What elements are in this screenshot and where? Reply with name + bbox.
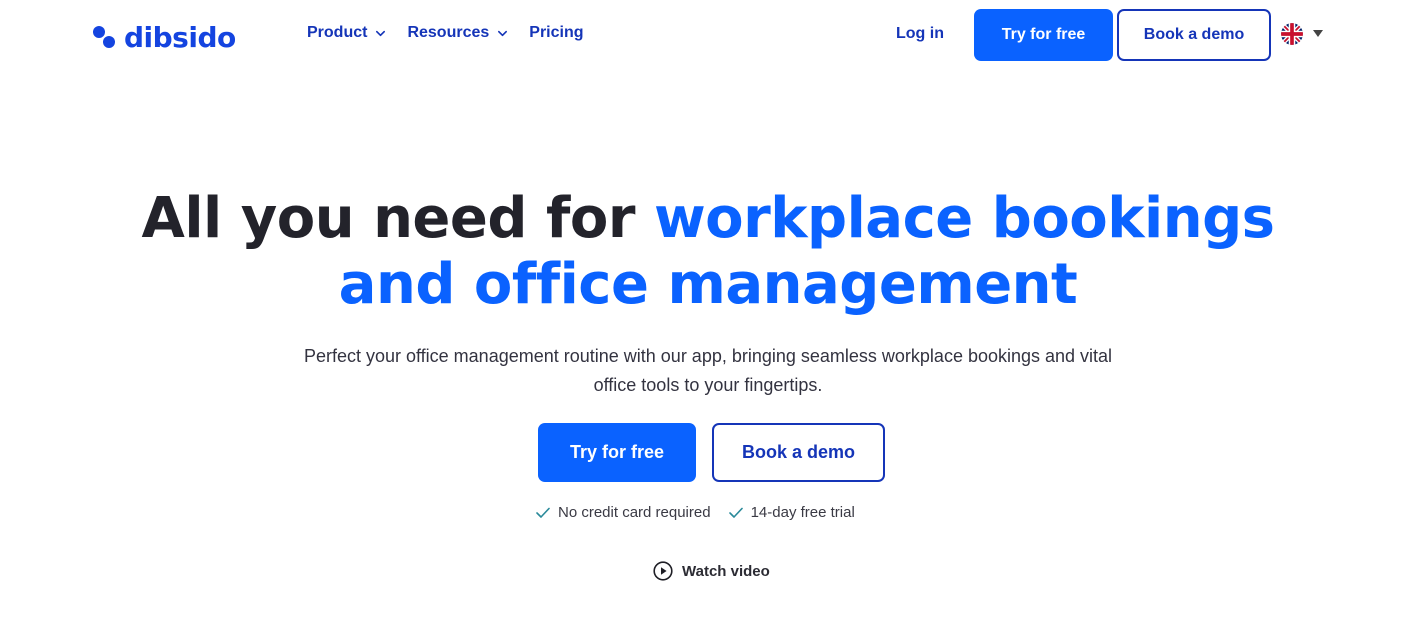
note-no-credit-card: No credit card required	[536, 504, 711, 521]
dibsido-logo[interactable]: dibsido	[93, 20, 236, 54]
logo-text: dibsido	[124, 20, 236, 54]
hero-title-accent-line2: and office management	[338, 252, 1078, 317]
logo-dots-icon	[93, 24, 121, 50]
nav-item-product[interactable]: Product	[307, 24, 386, 42]
header-try-free-button[interactable]: Try for free	[974, 9, 1113, 61]
hero-subtitle-line1: Perfect your office management routine w…	[303, 346, 1113, 366]
nav-item-label: Product	[307, 24, 368, 41]
note-free-trial: 14-day free trial	[728, 504, 855, 521]
nav-item-label: Pricing	[529, 24, 584, 41]
uk-flag-icon	[1281, 23, 1303, 45]
main-nav: Product Resources Pricing	[307, 24, 605, 42]
caret-down-icon	[1313, 30, 1323, 37]
watch-video-label: Watch video	[682, 562, 770, 580]
note-label: No credit card required	[558, 504, 711, 521]
nav-item-pricing[interactable]: Pricing	[529, 24, 583, 42]
check-icon	[536, 507, 550, 518]
note-label: 14-day free trial	[750, 504, 855, 521]
trial-notes: No credit card required 14-day free tria…	[536, 504, 873, 521]
site-header: dibsido Product Resources Pricing Log in…	[0, 0, 1416, 70]
header-book-demo-button[interactable]: Book a demo	[1117, 9, 1271, 61]
watch-video-link[interactable]: Watch video	[653, 561, 770, 581]
chevron-down-icon	[498, 30, 508, 36]
language-selector[interactable]	[1281, 23, 1323, 45]
hero-try-free-button[interactable]: Try for free	[538, 423, 696, 482]
hero-title: All you need for workplace bookings and …	[0, 186, 1416, 318]
nav-item-label: Resources	[407, 24, 490, 41]
nav-item-resources[interactable]: Resources	[407, 24, 508, 42]
hero-subtitle: Perfect your office management routine w…	[258, 342, 1158, 400]
hero-subtitle-line2: office tools to your fingertips.	[593, 375, 823, 395]
hero-title-accent-line1: workplace bookings	[653, 186, 1275, 251]
chevron-down-icon	[376, 30, 386, 36]
hero-book-demo-button[interactable]: Book a demo	[712, 423, 885, 482]
play-circle-icon	[653, 561, 673, 581]
login-link[interactable]: Log in	[896, 25, 944, 43]
check-icon	[728, 507, 743, 518]
hero-title-plain: All you need for	[141, 186, 654, 251]
